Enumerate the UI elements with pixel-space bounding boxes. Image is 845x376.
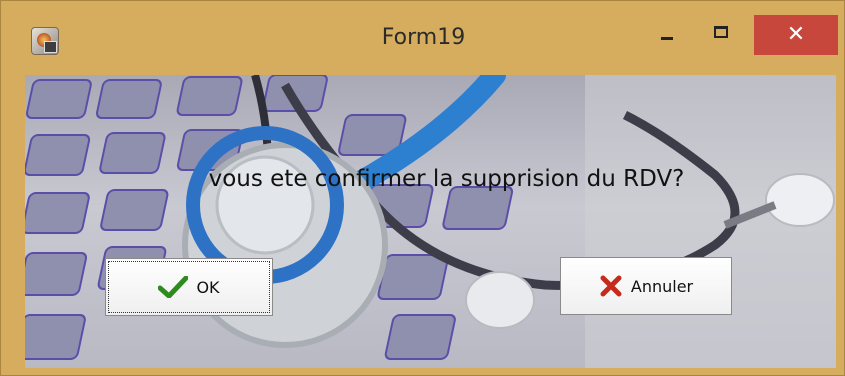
close-button[interactable]: ✕ <box>754 15 838 55</box>
confirmation-message: vous ete confirmer la supprision du RDV? <box>208 166 685 192</box>
ok-button-label: OK <box>196 277 220 297</box>
maximize-icon <box>714 26 728 38</box>
title-bar[interactable]: Form19 ✕ <box>1 1 845 73</box>
check-icon <box>158 276 189 298</box>
minimize-button[interactable] <box>648 15 688 55</box>
dialog-body: vous ete confirmer la supprision du RDV?… <box>25 75 836 368</box>
maximize-button[interactable] <box>701 15 741 55</box>
cancel-button-label: Annuler <box>630 276 694 296</box>
x-icon <box>600 275 622 297</box>
stethoscope-image <box>182 75 835 348</box>
cancel-button[interactable]: Annuler <box>560 257 732 315</box>
dialog-window: Form19 ✕ vous ete confirmer la supprisio… <box>0 0 845 376</box>
ok-button[interactable]: OK <box>105 258 273 316</box>
minimize-icon <box>661 37 673 40</box>
close-icon: ✕ <box>786 22 806 47</box>
